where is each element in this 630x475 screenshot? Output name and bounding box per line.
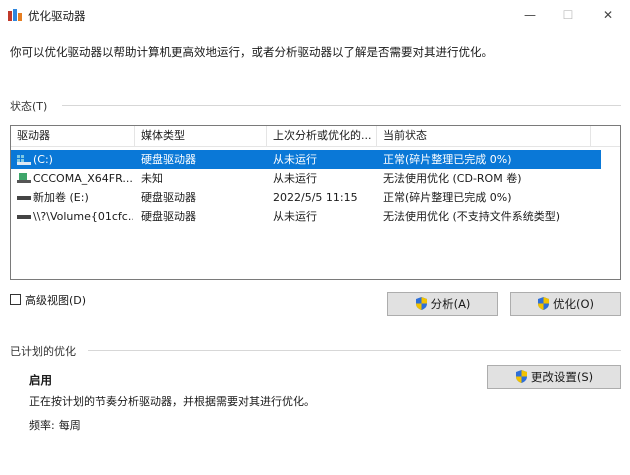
hard-drive-icon (17, 196, 31, 200)
optimize-button[interactable]: 优化(O) (510, 292, 621, 316)
current-status: 无法使用优化 (不支持文件系统类型) (383, 210, 561, 223)
drive-row-volume[interactable]: \\?\Volume{01cfc... 硬盘驱动器 从未运行 无法使用优化 (不… (11, 207, 601, 226)
schedule-divider (88, 350, 621, 351)
schedule-description: 正在按计划的节奏分析驱动器，并根据需要对其进行优化。 (29, 395, 315, 408)
title-bar: 优化驱动器 — ☐ ✕ (0, 0, 630, 32)
uac-shield-icon (415, 297, 427, 310)
current-status: 无法使用优化 (CD-ROM 卷) (383, 172, 522, 185)
drive-system-icon (17, 155, 31, 165)
frequency-label: 频率: (29, 419, 55, 432)
window-title: 优化驱动器 (28, 9, 86, 23)
drive-name: (C:) (33, 153, 53, 166)
drive-list-header: 驱动器 媒体类型 上次分析或优化的... 当前状态 (11, 126, 620, 147)
drive-row-cd[interactable]: CCCOMA_X64FR... 未知 从未运行 无法使用优化 (CD-ROM 卷… (11, 169, 601, 188)
optimize-button-label: 优化(O) (552, 297, 595, 311)
change-settings-button[interactable]: 更改设置(S) (487, 365, 621, 389)
column-last-run[interactable]: 上次分析或优化的... (267, 126, 377, 146)
schedule-section-label: 已计划的优化 (10, 345, 76, 358)
current-status: 正常(碎片整理已完成 0%) (383, 153, 512, 166)
last-run: 从未运行 (273, 210, 317, 223)
frequency-value: 每周 (58, 419, 81, 432)
description-text: 你可以优化驱动器以帮助计算机更高效地运行，或者分析驱动器以了解是否需要对其进行优… (10, 45, 493, 59)
last-run: 从未运行 (273, 172, 317, 185)
last-run: 从未运行 (273, 153, 317, 166)
schedule-status: 启用 (29, 373, 52, 387)
drive-name: 新加卷 (E:) (33, 191, 89, 204)
schedule-frequency: 频率: 每周 (29, 417, 85, 433)
media-type: 硬盘驱动器 (141, 210, 196, 223)
drive-name: CCCOMA_X64FR... (33, 172, 133, 185)
uac-shield-icon (515, 370, 527, 383)
status-divider (62, 105, 621, 106)
disc-drive-icon (17, 173, 31, 183)
hard-drive-icon (17, 215, 31, 219)
analyze-button-label: 分析(A) (430, 297, 471, 311)
media-type: 硬盘驱动器 (141, 153, 196, 166)
advanced-view-checkbox[interactable] (10, 294, 21, 305)
maximize-button[interactable]: ☐ (558, 6, 578, 24)
defrag-app-icon (8, 9, 22, 21)
advanced-view-label[interactable]: 高级视图(D) (25, 292, 86, 308)
drive-row-e[interactable]: 新加卷 (E:) 硬盘驱动器 2022/5/5 11:15 正常(碎片整理已完成… (11, 188, 601, 207)
analyze-button[interactable]: 分析(A) (387, 292, 498, 316)
minimize-button[interactable]: — (520, 6, 540, 24)
column-media-type[interactable]: 媒体类型 (135, 126, 267, 146)
change-settings-button-label: 更改设置(S) (530, 370, 594, 384)
column-current-status[interactable]: 当前状态 (377, 126, 591, 146)
uac-shield-icon (537, 297, 549, 310)
close-button[interactable]: ✕ (598, 6, 618, 24)
last-run: 2022/5/5 11:15 (273, 191, 358, 204)
media-type: 未知 (141, 172, 163, 185)
status-section-label: 状态(T) (10, 100, 48, 113)
column-drive[interactable]: 驱动器 (11, 126, 135, 146)
current-status: 正常(碎片整理已完成 0%) (383, 191, 512, 204)
drive-list[interactable]: 驱动器 媒体类型 上次分析或优化的... 当前状态 (C:) 硬盘驱动器 从未运… (10, 125, 621, 280)
media-type: 硬盘驱动器 (141, 191, 196, 204)
drive-row-c[interactable]: (C:) 硬盘驱动器 从未运行 正常(碎片整理已完成 0%) (11, 150, 601, 169)
drive-name: \\?\Volume{01cfc... (33, 210, 133, 223)
